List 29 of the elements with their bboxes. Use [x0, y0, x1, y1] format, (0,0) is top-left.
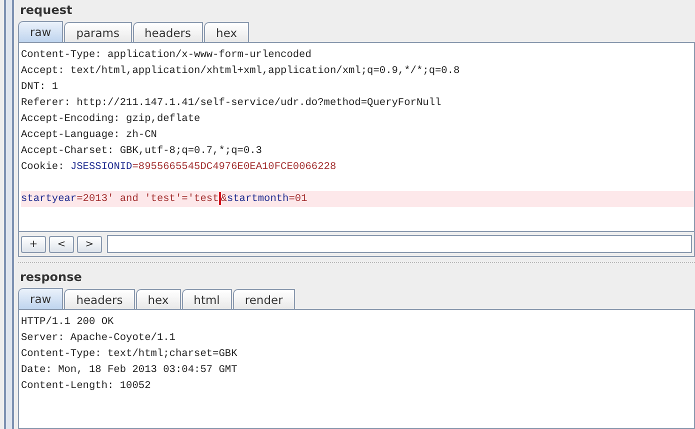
tab[interactable]: hex — [136, 289, 181, 309]
tab[interactable]: render — [232, 289, 295, 309]
code-line: Accept-Language: zh-CN — [21, 128, 158, 143]
request-editor[interactable] — [18, 42, 695, 232]
code-line: Accept-Encoding: gzip,deflate — [21, 112, 202, 127]
code-line: Cookie: JSESSIONID=8955665545DC4976E0EA10FCE0066228 — [21, 160, 338, 175]
tab[interactable]: hex — [204, 22, 249, 42]
tab[interactable]: headers — [132, 22, 204, 42]
tab[interactable]: headers — [64, 289, 135, 309]
code-line: HTTP/1.1 200 OK — [21, 315, 115, 330]
code-line: Content-Type: application/x-www-form-urlencoded — [21, 48, 312, 63]
code-line: Content-Type: text/html;charset=GBK — [21, 347, 238, 362]
tab[interactable]: raw — [18, 21, 64, 42]
code-line: Server: Apache-Coyote/1.1 — [21, 331, 176, 346]
code-line: Referer: http://211.147.1.41/self-service/udr.do?method=QueryForNull — [21, 96, 442, 111]
nav-button[interactable]: + — [21, 236, 46, 252]
nav-button[interactable]: > — [77, 236, 102, 252]
panel-title: response — [19, 269, 83, 286]
nav-button[interactable]: < — [49, 236, 74, 252]
tab[interactable]: html — [182, 289, 232, 309]
tab[interactable]: raw — [18, 288, 64, 309]
code-line: Accept-Charset: GBK,utf-8;q=0.7,*;q=0.3 — [21, 144, 263, 159]
code-line: DNT: 1 — [21, 80, 60, 95]
tab[interactable]: params — [64, 22, 132, 42]
code-line: Accept: text/html,application/xhtml+xml,application/xml;q=0.9,*/*;q=0.8 — [21, 64, 461, 79]
search-field[interactable] — [107, 235, 692, 253]
code-line: Content-Length: 10052 — [21, 379, 152, 394]
panel-title: request — [19, 2, 74, 19]
code-line: Date: Mon, 18 Feb 2013 03:04:57 GMT — [21, 363, 238, 378]
